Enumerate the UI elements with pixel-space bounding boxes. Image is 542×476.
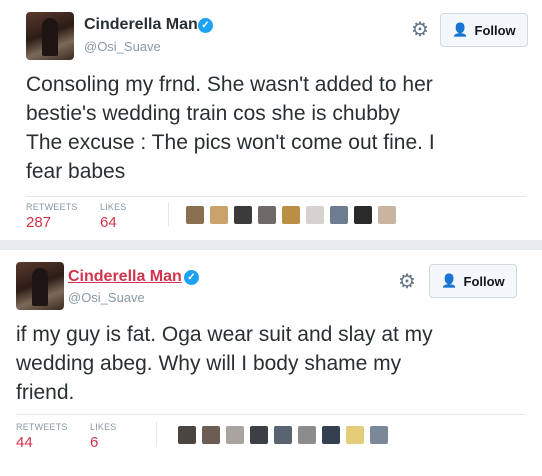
liker-avatar[interactable] — [346, 426, 364, 444]
divider — [26, 196, 526, 197]
follow-person-icon: 👤 — [452, 22, 469, 37]
user-handle[interactable]: @Osi_Suave — [68, 290, 145, 305]
vertical-divider — [156, 422, 157, 446]
likes-count[interactable]: 6 — [90, 434, 98, 451]
tweet-text-line: if my guy is fat. Oga wear suit and slay… — [16, 323, 433, 346]
liker-avatar[interactable] — [282, 206, 300, 224]
liker-avatar[interactable] — [370, 426, 388, 444]
likes-label: LIKES — [90, 422, 117, 432]
retweets-count[interactable]: 44 — [16, 434, 33, 451]
display-name[interactable]: Cinderella Man — [68, 268, 182, 286]
liker-avatar[interactable] — [202, 426, 220, 444]
follow-button[interactable]: 👤 Follow — [440, 13, 528, 47]
liker-avatar[interactable] — [274, 426, 292, 444]
likes-label: LIKES — [100, 202, 127, 212]
tweet-text-line: friend. — [16, 381, 75, 404]
display-name[interactable]: Cinderella Man — [84, 16, 198, 34]
retweets-count[interactable]: 287 — [26, 214, 51, 231]
liker-avatar[interactable] — [378, 206, 396, 224]
avatar[interactable] — [16, 262, 64, 310]
verified-badge-icon: ✓ — [184, 270, 199, 285]
follow-button-label: Follow — [463, 273, 505, 289]
tweet-text-line: bestie's wedding train cos she is chubby — [26, 102, 401, 125]
liker-avatar[interactable] — [234, 206, 252, 224]
verified-badge-icon: ✓ — [198, 18, 213, 33]
liker-avatar[interactable] — [186, 206, 204, 224]
follow-person-icon: 👤 — [441, 273, 458, 288]
liker-avatar[interactable] — [330, 206, 348, 224]
tweet-text-line: The excuse : The pics won't come out fin… — [26, 131, 435, 154]
liker-avatar[interactable] — [322, 426, 340, 444]
user-handle[interactable]: @Osi_Suave — [84, 39, 161, 54]
tweet-text-line: Consoling my frnd. She wasn't added to h… — [26, 73, 433, 96]
liker-avatar[interactable] — [298, 426, 316, 444]
liker-avatars — [186, 206, 396, 224]
tweet-card: Cinderella Man ✓ @Osi_Suave ⚙ 👤 Follow C… — [0, 0, 542, 240]
liker-avatar[interactable] — [178, 426, 196, 444]
follow-button-label: Follow — [474, 22, 516, 38]
liker-avatar[interactable] — [306, 206, 324, 224]
gear-icon[interactable]: ⚙ — [397, 272, 417, 292]
avatar[interactable] — [26, 12, 74, 60]
tweet-text: if my guy is fat. Oga wear suit and slay… — [16, 320, 526, 407]
tweet-card: Cinderella Man ✓ @Osi_Suave ⚙ 👤 Follow i… — [0, 250, 542, 476]
tweet-text: Consoling my frnd. She wasn't added to h… — [26, 70, 526, 186]
retweets-label: RETWEETS — [16, 422, 68, 432]
liker-avatar[interactable] — [226, 426, 244, 444]
liker-avatars — [178, 426, 388, 444]
likes-count[interactable]: 64 — [100, 214, 117, 231]
gear-icon[interactable]: ⚙ — [410, 20, 430, 40]
retweets-label: RETWEETS — [26, 202, 78, 212]
tweet-text-line: fear babes — [26, 160, 126, 183]
liker-avatar[interactable] — [354, 206, 372, 224]
vertical-divider — [168, 202, 169, 226]
liker-avatar[interactable] — [250, 426, 268, 444]
follow-button[interactable]: 👤 Follow — [429, 264, 517, 298]
liker-avatar[interactable] — [210, 206, 228, 224]
tweet-text-line: wedding abeg. Why will I body shame my — [16, 352, 402, 375]
divider — [16, 414, 526, 415]
liker-avatar[interactable] — [258, 206, 276, 224]
